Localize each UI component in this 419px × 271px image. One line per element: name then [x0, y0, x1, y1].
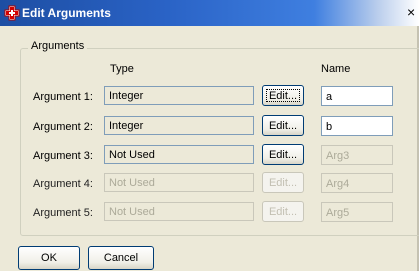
argument-2-label: Argument 2:: [33, 121, 93, 133]
argument-2-edit-button[interactable]: Edit...: [262, 115, 304, 136]
argument-3-type-field: Not Used: [104, 145, 254, 164]
app-cross-icon: [4, 5, 20, 21]
argument-4-name-input: [321, 173, 393, 193]
argument-5-name-input: [321, 202, 393, 222]
argument-5-edit-button: Edit...: [262, 201, 304, 222]
close-icon[interactable]: ×: [407, 4, 419, 20]
ok-button[interactable]: OK: [18, 246, 80, 270]
argument-1-type-field: Integer: [104, 86, 254, 105]
argument-3-label: Argument 3:: [33, 150, 93, 162]
argument-3-edit-button[interactable]: Edit...: [262, 144, 304, 165]
argument-3-name-input: [321, 145, 393, 165]
type-column-header: Type: [110, 63, 134, 75]
argument-5-label: Argument 5:: [33, 207, 93, 219]
argument-4-label: Argument 4:: [33, 178, 93, 190]
argument-1-label: Argument 1:: [33, 91, 93, 103]
title-bar[interactable]: Edit Arguments ×: [0, 0, 419, 26]
argument-2-type-field: Integer: [104, 116, 254, 135]
name-column-header: Name: [321, 63, 351, 75]
window-title: Edit Arguments: [22, 6, 111, 20]
argument-1-name-input[interactable]: [321, 86, 393, 106]
cancel-button[interactable]: Cancel: [88, 246, 154, 270]
argument-5-type-field: Not Used: [104, 202, 254, 221]
argument-4-type-field: Not Used: [104, 173, 254, 192]
argument-2-name-input[interactable]: [321, 116, 393, 136]
argument-1-edit-button[interactable]: Edit...: [262, 85, 304, 106]
argument-4-edit-button: Edit...: [262, 172, 304, 193]
edit-arguments-dialog: Edit Arguments × Arguments Type Name Arg…: [0, 0, 419, 271]
groupbox-label: Arguments: [28, 40, 88, 52]
